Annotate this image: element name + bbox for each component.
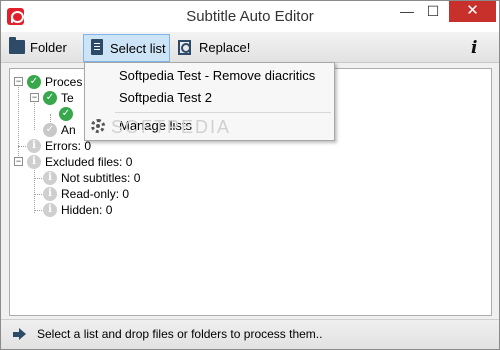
folder-icon [9, 37, 25, 54]
gear-icon [91, 119, 105, 133]
menu-separator [115, 112, 331, 113]
folder-button[interactable]: Folder [4, 35, 80, 60]
status-bar: Select a list and drop files or folders … [1, 319, 499, 349]
menu-item-list-2[interactable]: Softpedia Test 2 [87, 87, 332, 109]
replace-search-icon [178, 40, 191, 55]
menu-item-list-1[interactable]: Softpedia Test - Remove diacritics [87, 65, 332, 87]
title-bar[interactable]: Subtitle Auto Editor — ☐ ✕ [1, 1, 499, 32]
tree-item-excluded[interactable]: Excluded files: 0 [45, 154, 132, 170]
info-circle-icon: i [43, 203, 57, 217]
tree-item-read-only[interactable]: Read-only: 0 [61, 186, 129, 202]
tree-item-an[interactable]: An [61, 122, 76, 138]
tree-item-not-subtitles[interactable]: Not subtitles: 0 [61, 170, 140, 186]
success-check-icon: ✓ [43, 91, 57, 105]
success-check-icon: ✓ [27, 75, 41, 89]
tree-item-hidden[interactable]: Hidden: 0 [61, 202, 112, 218]
info-circle-icon: i [43, 187, 57, 201]
tree-connector [34, 98, 35, 130]
replace-button-label: Replace! [199, 40, 251, 55]
status-message: Select a list and drop files or folders … [37, 327, 323, 341]
success-check-icon: ✓ [59, 107, 73, 121]
select-list-label: Select list [110, 41, 166, 56]
folder-button-label: Folder [30, 40, 67, 55]
close-button[interactable]: ✕ [449, 1, 496, 22]
app-window: Subtitle Auto Editor — ☐ ✕ Folder Select… [0, 0, 500, 350]
arrow-right-icon [13, 328, 26, 341]
pending-check-icon: ✓ [43, 123, 57, 137]
list-icon [91, 39, 103, 55]
maximize-button[interactable]: ☐ [422, 1, 444, 22]
select-list-button[interactable]: Select list [83, 34, 170, 62]
minimize-button[interactable]: — [396, 1, 418, 22]
tree-connector [34, 165, 35, 213]
expander-excluded[interactable]: − [14, 157, 23, 166]
expander-processed[interactable]: − [14, 77, 23, 86]
toolbar: Folder Select list Replace! i [1, 32, 499, 63]
watermark: SOFTPEDIA [111, 117, 232, 137]
replace-button[interactable]: Replace! [173, 35, 250, 60]
info-icon[interactable]: i [471, 38, 477, 58]
info-circle-icon: i [27, 155, 41, 169]
tree-item-processed[interactable]: Proces [45, 74, 82, 90]
tree-item-test[interactable]: Te [61, 90, 74, 106]
info-circle-icon: i [43, 171, 57, 185]
expander-test[interactable]: − [30, 93, 39, 102]
info-circle-icon: i [27, 139, 41, 153]
